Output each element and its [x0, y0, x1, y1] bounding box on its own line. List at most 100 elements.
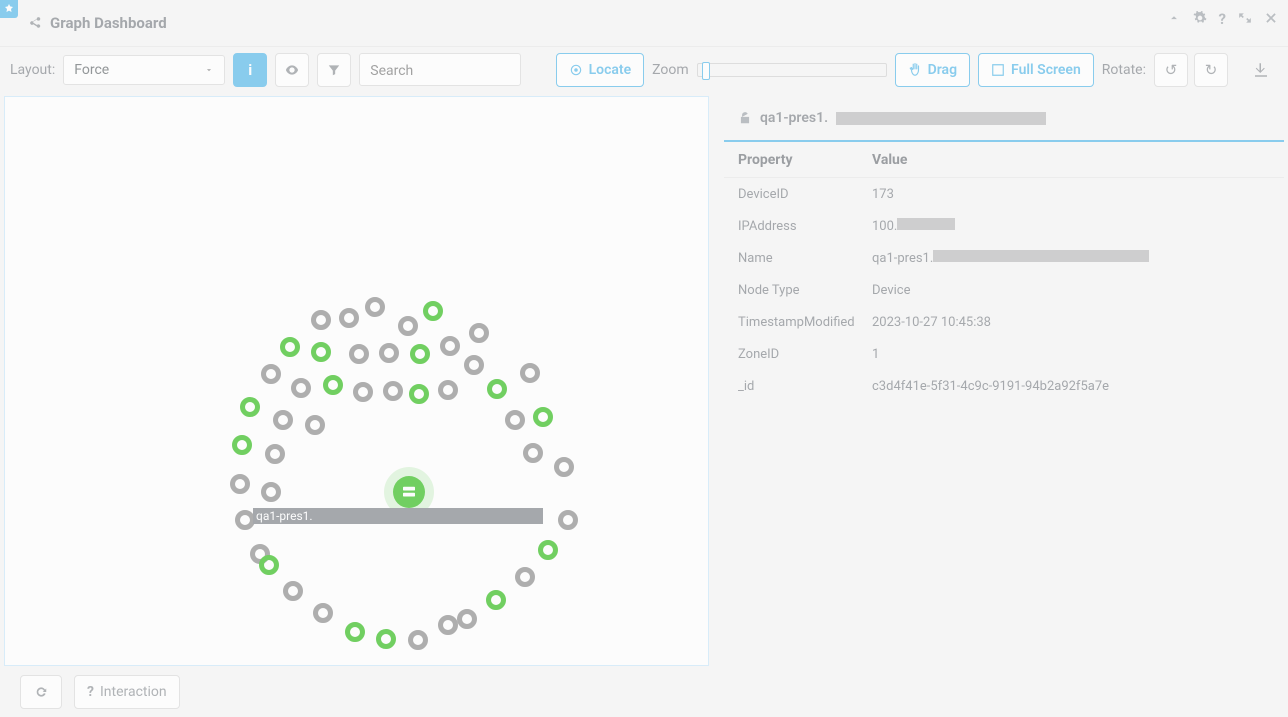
zoom-slider[interactable]	[697, 63, 887, 77]
refresh-button[interactable]	[20, 675, 62, 709]
graph-node[interactable]	[440, 336, 460, 356]
graph-node[interactable]	[283, 581, 303, 601]
detail-panel: qa1-pres1. Property Value DeviceID173IPA…	[724, 96, 1284, 667]
graph-node[interactable]	[230, 474, 250, 494]
unlock-icon[interactable]	[738, 111, 752, 125]
graph-node[interactable]	[409, 384, 429, 404]
gear-icon[interactable]	[1193, 10, 1207, 29]
prop-name: IPAddress	[724, 219, 868, 234]
drag-label: Drag	[928, 62, 957, 78]
graph-node[interactable]	[232, 435, 252, 455]
graph-node[interactable]	[408, 630, 428, 650]
graph-node[interactable]	[313, 603, 333, 623]
chevron-up-icon[interactable]	[1167, 10, 1181, 29]
graph-node[interactable]	[554, 457, 574, 477]
graph-node[interactable]	[379, 343, 399, 363]
prop-name: TimestampModified	[724, 315, 868, 330]
col-property: Property	[724, 152, 868, 168]
col-value: Value	[868, 152, 1284, 168]
graph-node[interactable]	[438, 615, 458, 635]
search-input-wrap	[359, 53, 521, 86]
download-button[interactable]	[1244, 53, 1278, 87]
prop-value: c3d4f41e-5f31-4c9c-9191-94b2a92f5a7e	[868, 379, 1284, 394]
graph-node[interactable]	[410, 344, 430, 364]
help-icon[interactable]: ?	[1219, 10, 1226, 29]
expand-icon[interactable]	[1238, 10, 1252, 29]
locate-button[interactable]: Locate	[556, 53, 645, 87]
graph-node[interactable]	[486, 590, 506, 610]
graph-node[interactable]	[558, 510, 578, 530]
search-input[interactable]	[370, 63, 510, 79]
graph-node[interactable]	[523, 443, 543, 463]
detail-title: qa1-pres1.	[760, 110, 828, 126]
zoom-handle[interactable]	[702, 62, 710, 80]
graph-node[interactable]	[457, 609, 477, 629]
info-mode-button[interactable]: i	[233, 53, 267, 87]
filter-button[interactable]	[317, 53, 351, 87]
layout-select[interactable]	[63, 55, 225, 85]
graph-node[interactable]	[261, 364, 281, 384]
graph-node[interactable]	[469, 323, 489, 343]
graph-node[interactable]	[273, 410, 293, 430]
graph-node[interactable]	[398, 316, 418, 336]
graph-node[interactable]	[261, 482, 281, 502]
page-title: Graph Dashboard	[50, 14, 167, 32]
graph-node[interactable]	[323, 375, 343, 395]
graph-node[interactable]	[345, 622, 365, 642]
graph-node[interactable]	[353, 382, 373, 402]
graph-node[interactable]	[533, 407, 553, 427]
prop-name: DeviceID	[724, 187, 868, 202]
fullscreen-label: Full Screen	[1011, 62, 1081, 78]
graph-node[interactable]	[240, 397, 260, 417]
graph-node[interactable]	[339, 308, 359, 328]
graph-node[interactable]	[259, 555, 279, 575]
graph-node[interactable]	[438, 380, 458, 400]
graph-canvas[interactable]: qa1-pres1.	[4, 96, 709, 666]
rotate-cw-button[interactable]: ↻	[1194, 53, 1228, 87]
footer: ?Interaction	[20, 675, 180, 709]
graph-node[interactable]	[311, 342, 331, 362]
close-icon[interactable]	[1264, 10, 1278, 29]
graph-node[interactable]	[376, 629, 396, 649]
graph-node[interactable]	[365, 297, 385, 317]
prop-value: qa1-pres1.	[868, 250, 1284, 266]
detail-row: TimestampModified2023-10-27 10:45:38	[724, 306, 1284, 338]
graph-node[interactable]	[487, 379, 507, 399]
graph-node[interactable]	[311, 310, 331, 330]
prop-value: 1	[868, 347, 1284, 362]
fullscreen-button[interactable]: Full Screen	[978, 53, 1094, 87]
redacted-text	[897, 218, 955, 230]
center-node-label: qa1-pres1.	[253, 508, 543, 524]
layout-select-value[interactable]	[74, 62, 154, 78]
detail-row: ZoneID1	[724, 338, 1284, 370]
graph-node[interactable]	[520, 363, 540, 383]
graph-node[interactable]	[280, 337, 300, 357]
graph-node[interactable]	[349, 344, 369, 364]
redacted-text	[836, 112, 1046, 125]
graph-node[interactable]	[305, 415, 325, 435]
graph-node[interactable]	[383, 381, 403, 401]
prop-name: Node Type	[724, 283, 868, 298]
layout-label: Layout:	[10, 62, 55, 78]
graph-node[interactable]	[464, 355, 484, 375]
graph-node[interactable]	[265, 444, 285, 464]
prop-name: Name	[724, 251, 868, 266]
graph-edges	[5, 97, 305, 247]
graph-node[interactable]	[235, 510, 255, 530]
server-icon	[400, 483, 418, 501]
graph-node[interactable]	[505, 410, 525, 430]
eye-mode-button[interactable]	[275, 53, 309, 87]
interaction-button[interactable]: ?Interaction	[74, 675, 180, 709]
prop-name: ZoneID	[724, 347, 868, 362]
share-icon	[28, 16, 42, 30]
drag-button[interactable]: Drag	[895, 53, 970, 87]
rotate-ccw-button[interactable]: ↺	[1154, 53, 1188, 87]
header-bar: Graph Dashboard ?	[0, 0, 1288, 46]
graph-node[interactable]	[291, 378, 311, 398]
graph-node[interactable]	[423, 301, 443, 321]
graph-node[interactable]	[515, 567, 535, 587]
graph-node[interactable]	[538, 540, 558, 560]
detail-row: _idc3d4f41e-5f31-4c9c-9191-94b2a92f5a7e	[724, 370, 1284, 402]
detail-table: Property Value DeviceID173IPAddress100.N…	[724, 140, 1284, 402]
detail-table-head: Property Value	[724, 142, 1284, 178]
